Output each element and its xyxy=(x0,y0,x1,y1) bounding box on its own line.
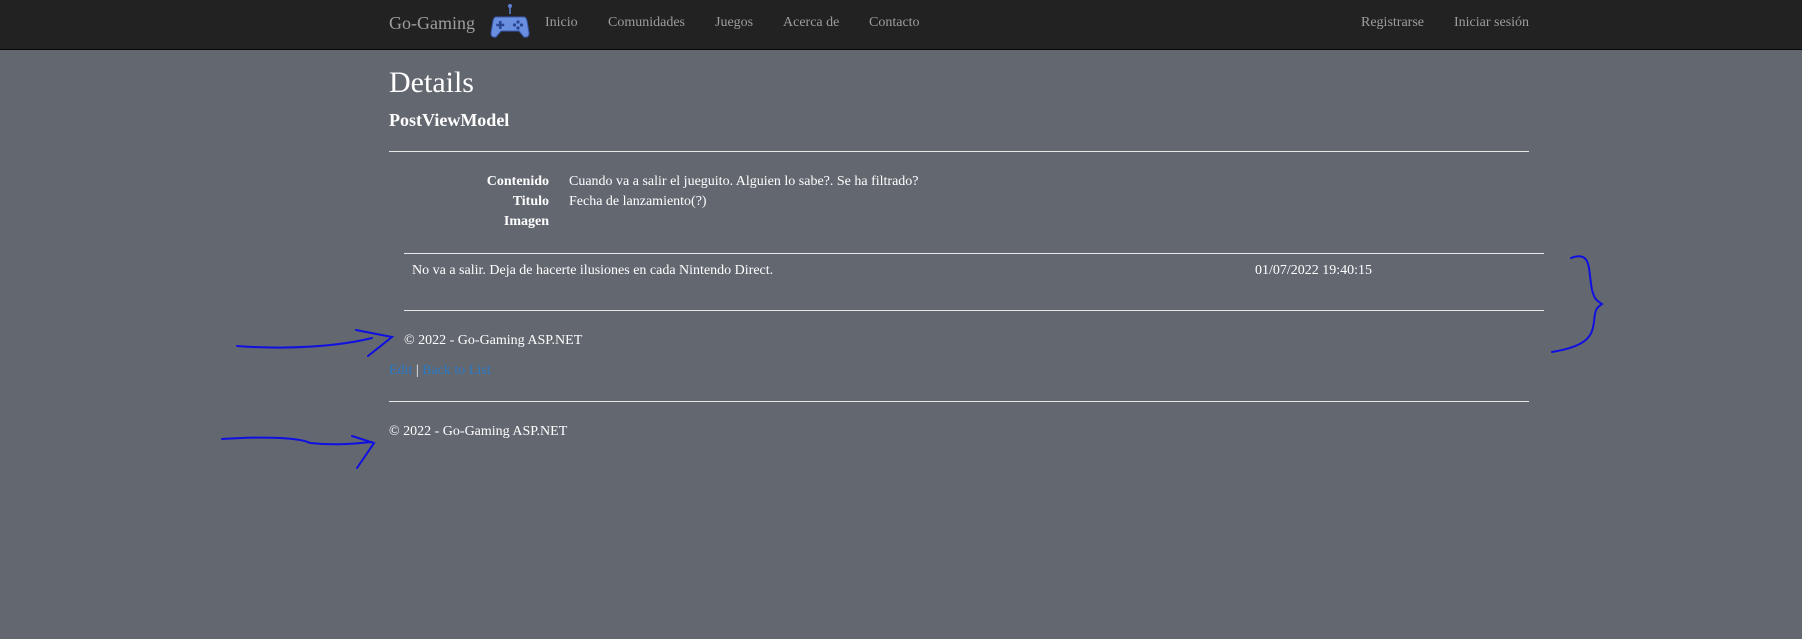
detail-value-titulo: Fecha de lanzamiento(?) xyxy=(569,194,707,209)
inner-footer: © 2022 - Go-Gaming ASP.NET xyxy=(404,333,583,348)
annotation-brace xyxy=(1551,255,1604,353)
actions-separator: | xyxy=(415,363,419,378)
annotation-arrow-1 xyxy=(236,329,395,357)
detail-term-imagen: Imagen xyxy=(503,214,549,229)
detail-value-contenido: Cuando va a salir el jueguito. Alguien l… xyxy=(569,174,919,189)
brand-link[interactable]: Go-Gaming xyxy=(389,13,475,34)
navbar: Go-Gaming Inicio Comunidades Juegos Acer… xyxy=(0,0,1802,50)
comment-date: 01/07/2022 19:40:15 xyxy=(1255,263,1373,278)
nav-comunidades[interactable]: Comunidades xyxy=(608,15,685,31)
nav-inicio[interactable]: Inicio xyxy=(545,15,578,31)
page-subtitle: PostViewModel xyxy=(389,110,510,130)
detail-term-contenido: Contenido xyxy=(486,174,549,189)
nav-acerca-de[interactable]: Acerca de xyxy=(783,15,839,31)
divider xyxy=(389,151,1529,152)
annotation-arrow-2 xyxy=(221,435,376,469)
comment-divider-bottom xyxy=(404,310,1544,311)
page-title: Details xyxy=(389,66,474,99)
nav-juegos[interactable]: Juegos xyxy=(715,15,753,31)
actions-row: Edit | Back to List xyxy=(389,363,491,379)
annotation-overlay xyxy=(221,255,1604,469)
edit-link[interactable]: Edit xyxy=(389,363,412,378)
detail-term-titulo: Titulo xyxy=(512,194,549,209)
comment-divider-top xyxy=(404,253,1544,254)
footer: © 2022 - Go-Gaming ASP.NET xyxy=(389,424,568,439)
nav-iniciar-sesion[interactable]: Iniciar sesión xyxy=(1454,15,1529,31)
nav-registrarse[interactable]: Registrarse xyxy=(1361,15,1424,31)
nav-contacto[interactable]: Contacto xyxy=(869,15,920,31)
gamepad-icon[interactable] xyxy=(490,3,530,43)
comment-text: No va a salir. Deja de hacerte ilusiones… xyxy=(412,263,774,278)
back-to-list-link[interactable]: Back to List xyxy=(422,363,490,378)
footer-divider xyxy=(389,401,1529,402)
